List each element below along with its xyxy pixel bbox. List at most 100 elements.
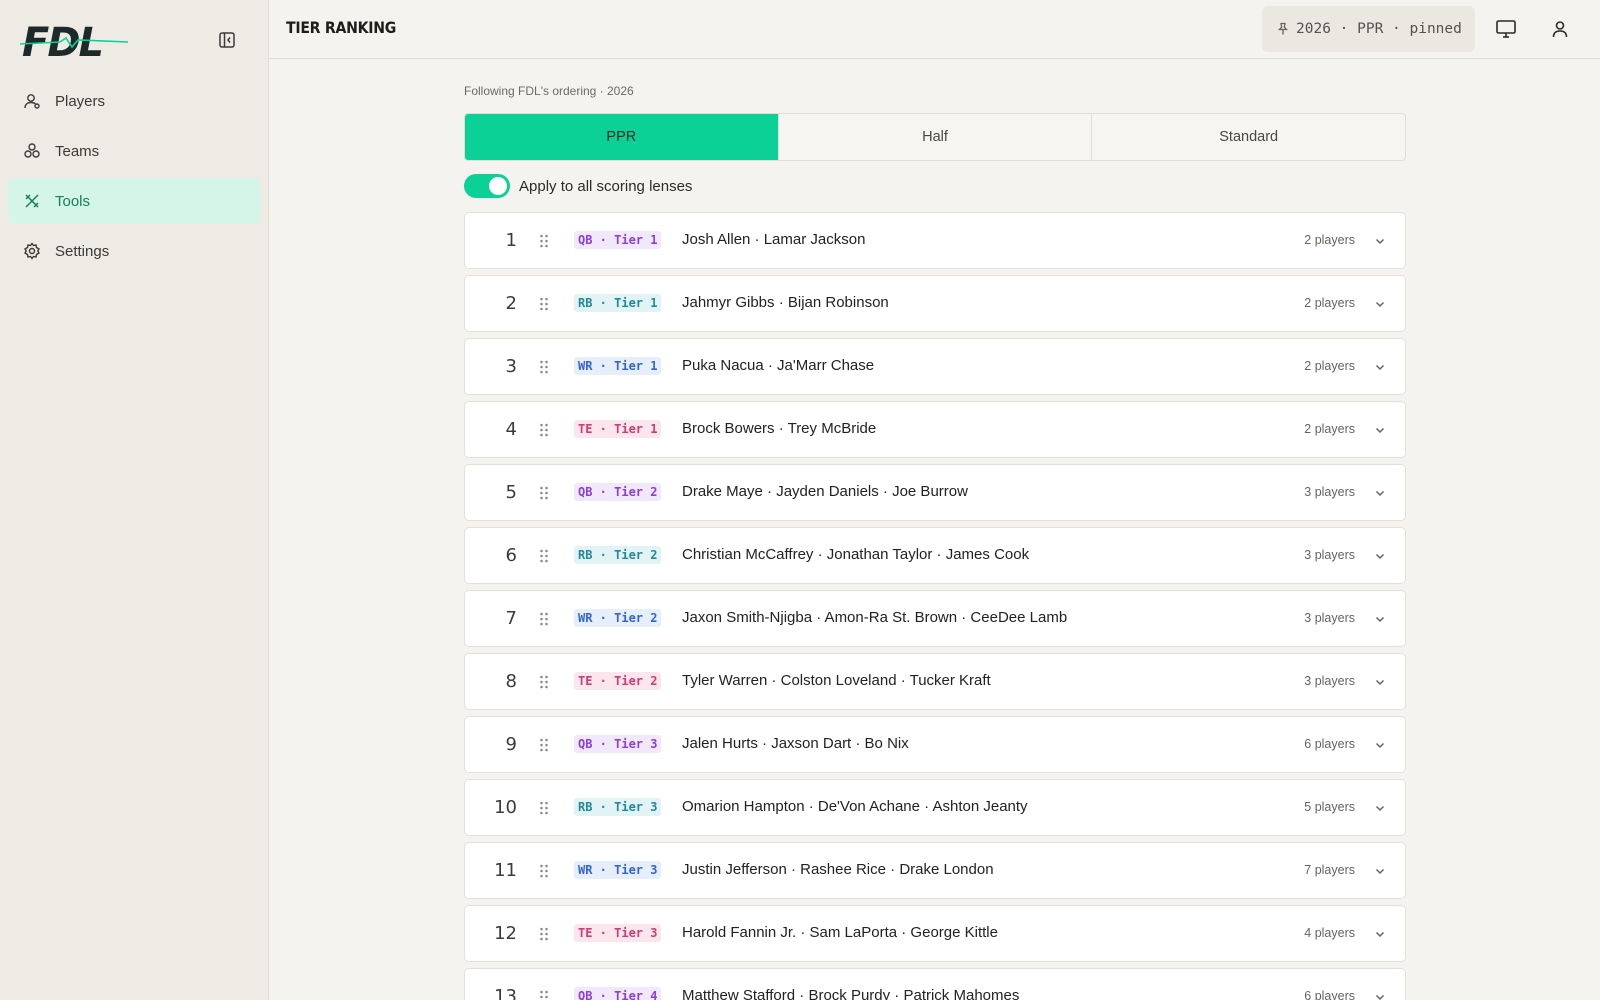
drag-handle-icon[interactable]	[539, 296, 549, 312]
chevron-down-icon[interactable]	[1373, 423, 1387, 437]
tab-half[interactable]: Half	[777, 114, 1092, 160]
tier-player-names: Justin Jefferson · Rashee Rice · Drake L…	[682, 861, 994, 878]
tab-standard[interactable]: Standard	[1091, 114, 1405, 160]
sidebar-item-tools[interactable]: Tools	[8, 178, 260, 224]
tier-row[interactable]: 8 TE · Tier 2 Tyler Warren · Colston Lovel…	[464, 653, 1406, 710]
drag-handle-icon[interactable]	[539, 926, 549, 942]
sidebar-item-label: Settings	[55, 242, 110, 260]
drag-handle-icon[interactable]	[539, 863, 549, 879]
chevron-down-icon[interactable]	[1373, 738, 1387, 752]
tier-rank: 10	[494, 797, 517, 818]
apply-all-row: Apply to all scoring lenses	[464, 174, 692, 198]
player-count: 4 players	[1304, 926, 1355, 940]
chevron-down-icon[interactable]	[1373, 486, 1387, 500]
tier-rank: 7	[505, 608, 517, 629]
position-tier-badge: RB · Tier 2	[574, 546, 662, 564]
drag-handle-icon[interactable]	[539, 737, 549, 753]
tier-player-names: Jalen Hurts · Jaxson Dart · Bo Nix	[682, 735, 909, 752]
tier-player-names: Matthew Stafford · Brock Purdy · Patrick…	[682, 987, 1020, 1000]
tier-row[interactable]: 10 RB · Tier 3 Omarion Hampton · De'Von Ac…	[464, 779, 1406, 836]
tier-player-names: Puka Nacua · Ja'Marr Chase	[682, 357, 875, 374]
chevron-down-icon[interactable]	[1373, 990, 1387, 1000]
pin-icon	[1276, 22, 1290, 36]
position-tier-badge: QB · Tier 3	[574, 735, 662, 753]
tier-row[interactable]: 13 QB · Tier 4 Matthew Stafford · Brock Pu…	[464, 968, 1406, 1000]
player-count: 2 players	[1304, 422, 1355, 436]
tier-row[interactable]: 6 RB · Tier 2 Christian McCaffrey · Jonath…	[464, 527, 1406, 584]
pinned-context-chip[interactable]: 2026 · PPR · pinned	[1262, 6, 1475, 52]
player-count: 7 players	[1304, 863, 1355, 877]
tier-row[interactable]: 9 QB · Tier 3 Jalen Hurts · Jaxson Dart · …	[464, 716, 1406, 773]
player-count: 3 players	[1304, 611, 1355, 625]
position-tier-badge: WR · Tier 2	[574, 609, 662, 627]
tier-row[interactable]: 5 QB · Tier 2 Drake Maye · Jayden Daniels …	[464, 464, 1406, 521]
drag-handle-icon[interactable]	[539, 800, 549, 816]
position-tier-badge: QB · Tier 2	[574, 483, 662, 501]
drag-handle-icon[interactable]	[539, 611, 549, 627]
tier-row[interactable]: 7 WR · Tier 2 Jaxon Smith-Njigba · Amon-Ra…	[464, 590, 1406, 647]
tier-rank: 13	[494, 986, 517, 1000]
tools-icon	[23, 192, 41, 210]
chevron-down-icon[interactable]	[1373, 675, 1387, 689]
drag-handle-icon[interactable]	[539, 233, 549, 249]
tier-player-names: Brock Bowers · Trey McBride	[682, 420, 877, 437]
tier-rank: 12	[494, 923, 517, 944]
sidebar-item-label: Tools	[55, 192, 91, 210]
drag-handle-icon[interactable]	[539, 485, 549, 501]
chevron-down-icon[interactable]	[1373, 234, 1387, 248]
scoring-lens-tabs: PPR Half Standard	[464, 113, 1406, 161]
chevron-down-icon[interactable]	[1373, 927, 1387, 941]
collapse-sidebar-icon[interactable]	[216, 29, 238, 51]
player-count: 2 players	[1304, 233, 1355, 247]
chevron-down-icon[interactable]	[1373, 801, 1387, 815]
chevron-down-icon[interactable]	[1373, 360, 1387, 374]
chevron-down-icon[interactable]	[1373, 612, 1387, 626]
tier-player-names: Drake Maye · Jayden Daniels · Joe Burrow	[682, 483, 968, 500]
position-tier-badge: QB · Tier 1	[574, 231, 662, 249]
tier-rank: 11	[494, 860, 517, 881]
sidebar-nav: Players Teams Tools Settings	[8, 78, 260, 278]
sidebar-item-teams[interactable]: Teams	[8, 128, 260, 174]
apply-all-toggle[interactable]	[464, 174, 510, 198]
tier-row[interactable]: 12 TE · Tier 3 Harold Fannin Jr. · Sam LaP…	[464, 905, 1406, 962]
tier-row[interactable]: 11 WR · Tier 3 Justin Jefferson · Rashee R…	[464, 842, 1406, 899]
account-icon[interactable]	[1547, 16, 1573, 42]
tier-rank: 8	[505, 671, 517, 692]
tier-row[interactable]: 2 RB · Tier 1 Jahmyr Gibbs · Bijan Robinso…	[464, 275, 1406, 332]
tier-player-names: Harold Fannin Jr. · Sam LaPorta · George…	[682, 924, 998, 941]
position-tier-badge: RB · Tier 1	[574, 294, 662, 312]
fdl-logo[interactable]: FDL	[19, 20, 130, 66]
tier-player-names: Josh Allen · Lamar Jackson	[682, 231, 866, 248]
ordering-caption: Following FDL's ordering · 2026	[464, 84, 634, 98]
gear-icon	[23, 242, 41, 260]
position-tier-badge: WR · Tier 1	[574, 357, 662, 375]
sidebar-item-players[interactable]: Players	[8, 78, 260, 124]
tier-row[interactable]: 3 WR · Tier 1 Puka Nacua · Ja'Marr Chase 2 …	[464, 338, 1406, 395]
sidebar-item-label: Players	[55, 92, 106, 110]
position-tier-badge: TE · Tier 3	[574, 924, 662, 942]
drag-handle-icon[interactable]	[539, 548, 549, 564]
display-icon[interactable]	[1493, 16, 1519, 42]
tier-row[interactable]: 1 QB · Tier 1 Josh Allen · Lamar Jackson 2 …	[464, 212, 1406, 269]
drag-handle-icon[interactable]	[539, 359, 549, 375]
sidebar: FDL Players Teams Tools Settings	[0, 0, 269, 1000]
drag-handle-icon[interactable]	[539, 989, 549, 1000]
user-icon	[23, 92, 41, 110]
chevron-down-icon[interactable]	[1373, 864, 1387, 878]
tier-rank: 3	[505, 356, 517, 377]
sidebar-item-settings[interactable]: Settings	[8, 228, 260, 274]
position-tier-badge: TE · Tier 2	[574, 672, 662, 690]
tier-row[interactable]: 4 TE · Tier 1 Brock Bowers · Trey McBride 2…	[464, 401, 1406, 458]
drag-handle-icon[interactable]	[539, 422, 549, 438]
tab-ppr[interactable]: PPR	[465, 114, 778, 160]
player-count: 2 players	[1304, 296, 1355, 310]
position-tier-badge: QB · Tier 4	[574, 987, 662, 1000]
sidebar-item-label: Teams	[55, 142, 100, 160]
drag-handle-icon[interactable]	[539, 674, 549, 690]
tier-player-names: Christian McCaffrey · Jonathan Taylor · …	[682, 546, 1030, 563]
chevron-down-icon[interactable]	[1373, 297, 1387, 311]
position-tier-badge: TE · Tier 1	[574, 420, 662, 438]
tier-player-names: Jahmyr Gibbs · Bijan Robinson	[682, 294, 889, 311]
position-tier-badge: RB · Tier 3	[574, 798, 662, 816]
chevron-down-icon[interactable]	[1373, 549, 1387, 563]
